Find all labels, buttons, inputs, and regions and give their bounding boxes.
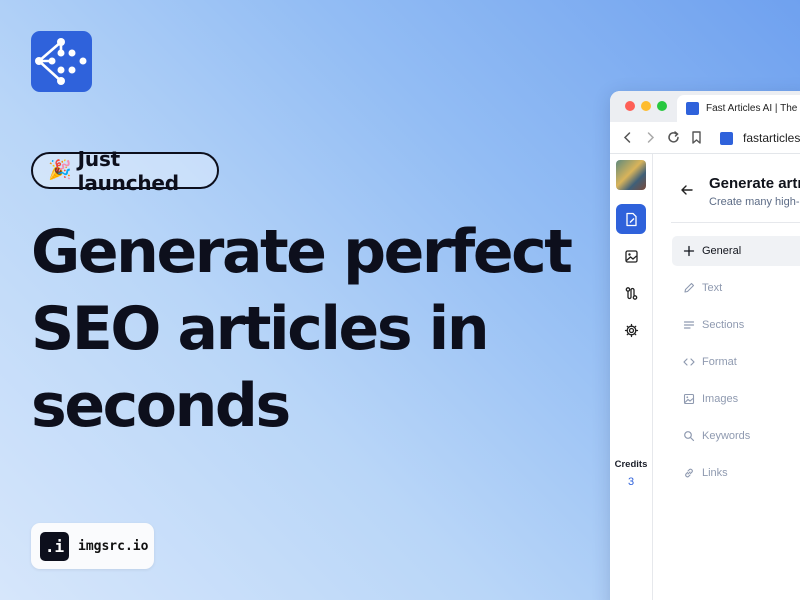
document-edit-icon	[625, 212, 637, 226]
sidebar-workflow-button[interactable]	[616, 278, 646, 308]
page-subtitle: Create many high-	[709, 196, 800, 208]
menu-item-links[interactable]: Links	[672, 458, 800, 488]
gear-icon	[624, 323, 638, 337]
close-window-button[interactable]	[625, 101, 635, 111]
menu-item-images[interactable]: Images	[672, 384, 800, 414]
menu-item-label: Format	[702, 356, 737, 368]
menu-item-sections[interactable]: Sections	[672, 310, 800, 340]
url-favicon-icon	[720, 132, 733, 145]
tab-title: Fast Articles AI | The #	[706, 103, 800, 114]
sidebar-articles-button[interactable]	[616, 204, 646, 234]
list-icon	[683, 321, 695, 329]
minimize-window-button[interactable]	[641, 101, 651, 111]
badge-text: Just launched	[77, 146, 179, 195]
forward-icon[interactable]	[643, 130, 658, 145]
menu-item-label: Text	[702, 282, 723, 294]
maximize-window-button[interactable]	[657, 101, 667, 111]
menu-item-label: General	[702, 245, 742, 257]
menu-item-general[interactable]: General	[672, 236, 800, 266]
menu-item-label: Keywords	[702, 430, 751, 442]
header-divider	[671, 222, 800, 223]
menu-item-keywords[interactable]: Keywords	[672, 421, 800, 451]
sidebar-images-button[interactable]	[616, 241, 646, 271]
site-favicon-icon	[686, 102, 699, 115]
app-main-panel: Generate artı Create many high- General …	[653, 154, 800, 600]
search-icon	[684, 431, 695, 442]
arrow-left-icon[interactable]	[680, 183, 694, 197]
imgsrc-name: imgsrc.io	[78, 538, 149, 554]
headline-line-3: seconds	[31, 371, 291, 441]
user-avatar[interactable]	[616, 160, 646, 190]
menu-item-label: Images	[702, 393, 739, 405]
credits-value: 3	[627, 476, 635, 488]
reload-icon[interactable]	[666, 130, 681, 145]
sidebar-settings-button[interactable]	[616, 315, 646, 345]
link-icon	[685, 468, 693, 478]
party-popper-icon: 🎉	[48, 160, 72, 181]
app-sidebar: Credits 3	[610, 154, 653, 600]
brand-logo	[31, 31, 92, 92]
imgsrc-mark: .i	[40, 531, 69, 561]
hero-headline: Generate perfect SEO articles in seconds	[31, 214, 591, 445]
headline-line-2: SEO articles in	[31, 294, 490, 364]
browser-tab-bar: Fast Articles AI | The #	[610, 91, 800, 122]
browser-window: Fast Articles AI | The # fastarticles Cr…	[610, 91, 800, 600]
pencil-icon	[684, 282, 695, 293]
route-icon	[625, 286, 637, 300]
credits-label: Credits	[614, 459, 648, 470]
bookmark-icon[interactable]	[689, 130, 704, 145]
imgsrc-watermark: .i imgsrc.io	[31, 523, 154, 569]
back-icon[interactable]	[620, 130, 635, 145]
image-icon	[683, 393, 695, 405]
url-text[interactable]: fastarticles	[743, 131, 800, 145]
image-icon	[624, 249, 638, 263]
network-logo-icon	[35, 38, 87, 85]
plus-icon	[683, 245, 695, 257]
headline-line-1: Generate perfect	[31, 217, 573, 287]
menu-item-label: Links	[702, 467, 728, 479]
menu-item-format[interactable]: Format	[672, 347, 800, 377]
browser-tab[interactable]: Fast Articles AI | The #	[677, 95, 800, 122]
code-icon	[683, 358, 695, 366]
menu-item-label: Sections	[702, 319, 745, 331]
menu-item-text[interactable]: Text	[672, 273, 800, 303]
just-launched-badge: 🎉 Just launched	[31, 147, 219, 195]
address-bar: fastarticles	[610, 122, 800, 154]
page-title: Generate artı	[709, 175, 800, 192]
